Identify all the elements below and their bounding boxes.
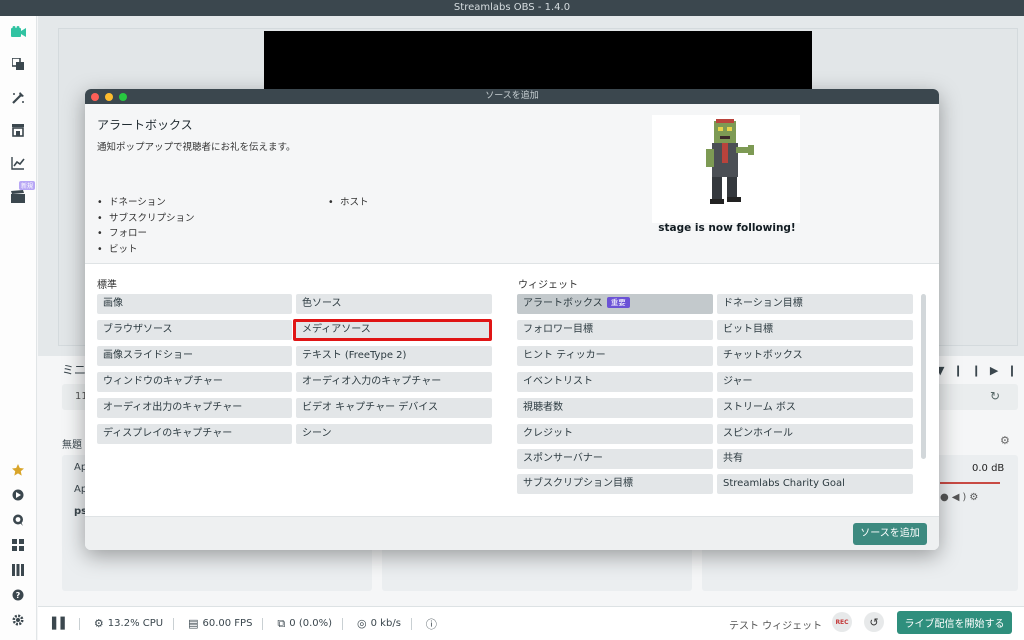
source-media[interactable]: メディアソース [296,320,492,340]
feature-item: フォロー [97,226,195,242]
go-live-button[interactable]: ライブ配信を開始する [897,611,1012,634]
add-source-modal: ソースを追加 アラートボックス 通知ポップアップで視聴者にお礼を伝えます。 ドネ… [85,89,939,550]
widget-sponsor-banner[interactable]: スポンサーバナー [517,449,713,469]
source-image[interactable]: 画像 [97,294,292,314]
volume-meter [940,482,1000,484]
close-window-icon[interactable] [91,93,99,101]
refresh-icon[interactable]: ↻ [990,389,1000,403]
feature-item: ホスト [328,195,369,211]
feature-item: ビット [97,242,195,258]
highlighter-icon[interactable] [10,462,26,478]
mixer-db-value: 0.0 dB [972,463,1005,474]
fps-value: 60.00 FPS [202,618,253,629]
window-title: Streamlabs OBS - 1.4.0 [453,2,571,13]
columns-icon[interactable] [10,562,26,578]
transport-controls[interactable]: ▼❙❙▶❙◀) [936,364,1024,377]
preview-caption: stage is now following! [658,222,796,234]
source-color[interactable]: 色ソース [296,294,492,314]
widget-tip-ticker[interactable]: ヒント ティッカー [517,346,713,366]
widgets-section-label: ウィジェット [518,280,578,291]
widget-charity-goal[interactable]: Streamlabs Charity Goal [717,474,913,494]
source-browser[interactable]: ブラウザソース [97,320,292,340]
bandwidth-icon: ◎ [357,617,367,630]
themes-icon[interactable] [10,56,26,72]
info-icon[interactable]: ⓘ [426,616,437,632]
stream-preview [264,31,812,91]
widget-follower-goal[interactable]: フォロワー目標 [517,320,713,340]
important-badge: 重要 [606,297,630,308]
test-widget-button[interactable]: テスト ウィジェット [729,617,822,632]
widget-share[interactable]: 共有 [717,449,913,469]
source-description-panel: アラートボックス 通知ポップアップで視聴者にお礼を伝えます。 ドネーション サブ… [85,104,939,264]
dropped-value: 0 (0.0%) [289,618,333,629]
layout-icon[interactable] [10,537,26,553]
widget-sub-goal[interactable]: サブスクリプション目標 [517,474,713,494]
studio-icon[interactable] [10,24,26,40]
source-video-capture[interactable]: ビデオ キャプチャー デバイス [296,398,492,418]
modal-titlebar: ソースを追加 [85,89,939,104]
cpu-icon: ⚙ [93,617,104,630]
stats-icon[interactable] [10,155,26,171]
widget-spin-wheel[interactable]: スピンホイール [717,424,913,444]
source-audio-input[interactable]: オーディオ入力のキャプチャー [296,372,492,392]
modal-title: ソースを追加 [485,91,539,101]
stats-icon[interactable]: ▌▌ [52,617,69,630]
feature-item: サブスクリプション [97,211,195,227]
widget-alertbox[interactable]: アラートボックス 重要 [517,294,713,314]
widget-chatbox[interactable]: チャットボックス [717,346,913,366]
source-slideshow[interactable]: 画像スライドショー [97,346,292,366]
source-display-capture[interactable]: ディスプレイのキャプチャー [97,424,292,444]
svg-text:?: ? [16,591,21,600]
widgets-scrollbar[interactable] [921,294,926,459]
widget-donation-goal[interactable]: ドネーション目標 [717,294,913,314]
widget-event-list[interactable]: イベントリスト [517,372,713,392]
fps-icon: ▤ [188,617,199,630]
source-window-capture[interactable]: ウィンドウのキャプチャー [97,372,292,392]
widget-jar[interactable]: ジャー [717,372,913,392]
left-sidebar: 新規 ? [0,16,37,640]
new-badge: 新規 [19,181,36,190]
gear-icon[interactable]: ⚙ [1000,434,1010,447]
source-title: アラートボックス [97,118,193,132]
modal-footer [85,516,939,550]
source-scene[interactable]: シーン [296,424,492,444]
rec-button[interactable]: REC [832,612,852,632]
window-titlebar: Streamlabs OBS - 1.4.0 [0,0,1024,16]
settings-icon[interactable] [10,612,26,628]
dropped-frames-icon: ⧉ [277,616,286,630]
dock-title: 無題 [62,440,82,451]
source-text-freetype[interactable]: テキスト (FreeType 2) [296,346,492,366]
alert-preview-image [652,115,800,223]
mixer-controls[interactable]: ●◀)⚙ [940,492,981,503]
store-icon[interactable] [10,122,26,138]
widget-stream-boss[interactable]: ストリーム ボス [717,398,913,418]
widget-alertbox-label: アラートボックス [523,298,603,309]
help-icon[interactable]: ? [10,587,26,603]
source-description: 通知ポップアップで視聴者にお礼を伝えます。 [97,142,296,153]
feature-list-right: ホスト [328,195,369,211]
minimize-window-icon[interactable] [105,93,113,101]
cpu-value: 13.2% CPU [107,618,164,629]
dashboard-icon[interactable] [10,487,26,503]
feature-list-left: ドネーション サブスクリプション フォロー ビット [97,195,195,257]
scenes-icon[interactable] [10,188,26,204]
widget-bit-goal[interactable]: ビット目標 [717,320,913,340]
source-audio-output[interactable]: オーディオ出力のキャプチャー [97,398,292,418]
feature-item: ドネーション [97,195,195,211]
widget-viewer-count[interactable]: 視聴者数 [517,398,713,418]
replay-buffer-icon[interactable]: ↺ [864,612,884,632]
bandwidth-value: 0 kb/s [370,618,401,629]
widget-credits[interactable]: クレジット [517,424,713,444]
chat-icon[interactable] [10,512,26,528]
maximize-window-icon[interactable] [119,93,127,101]
mini-label: ミニ [62,363,87,377]
add-source-button[interactable]: ソースを追加 [853,523,927,545]
editor-icon[interactable] [10,90,26,106]
standard-section-label: 標準 [97,280,117,291]
